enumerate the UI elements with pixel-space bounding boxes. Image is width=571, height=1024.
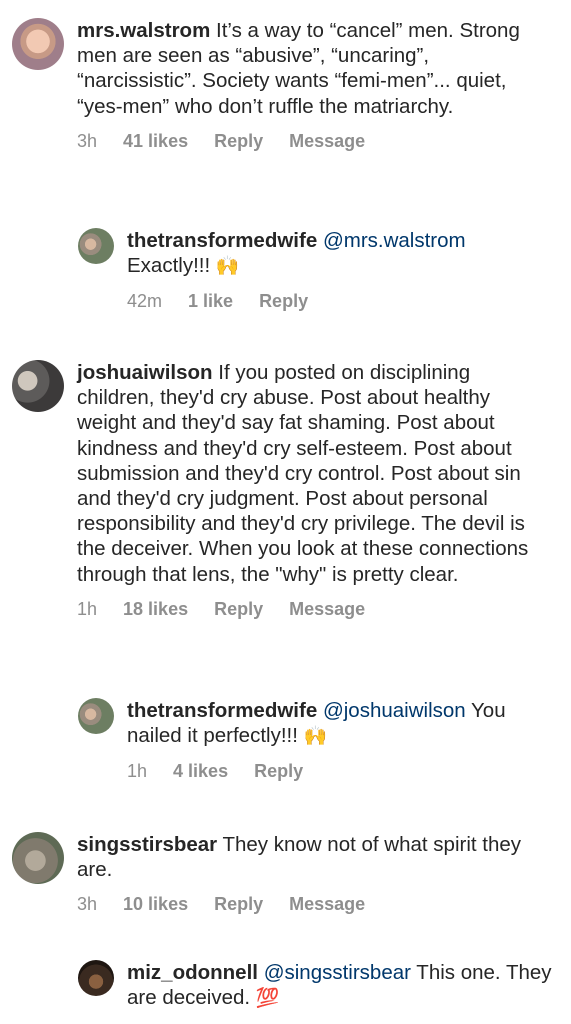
avatar[interactable] [78, 698, 114, 734]
comment-singsstirsbear: singsstirsbear They know not of what spi… [12, 832, 547, 915]
likes-count[interactable]: 18 likes [123, 599, 188, 620]
username[interactable]: joshuaiwilson [77, 361, 213, 384]
reply-thetransformedwife-2: thetransformedwife @joshuaiwilson You na… [78, 698, 557, 782]
message-button[interactable]: Message [289, 131, 365, 152]
username[interactable]: mrs.walstrom [77, 19, 210, 42]
avatar[interactable] [78, 228, 114, 264]
comment-meta: 3h 41 likes Reply Message [77, 131, 547, 152]
reply-button[interactable]: Reply [254, 761, 303, 782]
likes-count[interactable]: 1 like [188, 291, 233, 312]
reply-button[interactable]: Reply [214, 599, 263, 620]
comment-meta: 3h 10 likes Reply Message [77, 894, 547, 915]
comment-text: singsstirsbear They know not of what spi… [77, 833, 522, 882]
mention-link[interactable]: @joshuaiwilson [323, 699, 466, 722]
comment-meta: 1h 4 likes Reply [127, 761, 557, 782]
timestamp: 3h [77, 894, 98, 915]
avatar[interactable] [12, 18, 64, 70]
username[interactable]: singsstirsbear [77, 833, 217, 856]
username[interactable]: thetransformedwife [127, 229, 317, 252]
timestamp: 3h [77, 130, 98, 151]
message-button[interactable]: Message [289, 894, 365, 915]
username[interactable]: miz_odonnell [127, 961, 258, 984]
comment-text: thetransformedwife @joshuaiwilson You na… [127, 699, 506, 748]
mention-link[interactable]: @singsstirsbear [264, 961, 411, 984]
timestamp: 1h [77, 598, 98, 619]
timestamp: 42m [127, 291, 163, 312]
reply-thetransformedwife-1: thetransformedwife @mrs.walstrom Exactly… [78, 228, 557, 312]
mention-link[interactable]: @mrs.walstrom [323, 229, 466, 252]
message-button[interactable]: Message [289, 599, 365, 620]
likes-count[interactable]: 10 likes [123, 894, 188, 915]
timestamp: 1h [127, 761, 148, 782]
comment-text: miz_odonnell @singsstirsbear This one. T… [127, 961, 552, 1010]
comment-text: thetransformedwife @mrs.walstrom Exactly… [127, 229, 466, 278]
raised-hands-emoji: 🙌 [303, 726, 328, 748]
reply-button[interactable]: Reply [214, 131, 263, 152]
reply-miz-odonnell: miz_odonnell @singsstirsbear This one. T… [78, 960, 557, 1011]
avatar[interactable] [78, 960, 114, 996]
avatar[interactable] [12, 832, 64, 884]
likes-count[interactable]: 4 likes [173, 761, 228, 782]
comment-joshuaiwilson: joshuaiwilson If you posted on disciplin… [12, 360, 552, 620]
raised-hands-emoji: 🙌 [215, 256, 240, 278]
username[interactable]: thetransformedwife [127, 699, 317, 722]
comment-meta: 1h 18 likes Reply Message [77, 599, 552, 620]
comment-mrs-walstrom: mrs.walstrom It’s a way to “cancel” men.… [12, 18, 547, 152]
reply-button[interactable]: Reply [214, 894, 263, 915]
comment-text: joshuaiwilson If you posted on disciplin… [77, 361, 529, 586]
avatar[interactable] [12, 360, 64, 412]
comment-meta: 42m 1 like Reply [127, 291, 557, 312]
hundred-points-emoji: 💯 [255, 988, 280, 1010]
comment-text: mrs.walstrom It’s a way to “cancel” men.… [77, 19, 520, 118]
reply-button[interactable]: Reply [259, 291, 308, 312]
likes-count[interactable]: 41 likes [123, 131, 188, 152]
